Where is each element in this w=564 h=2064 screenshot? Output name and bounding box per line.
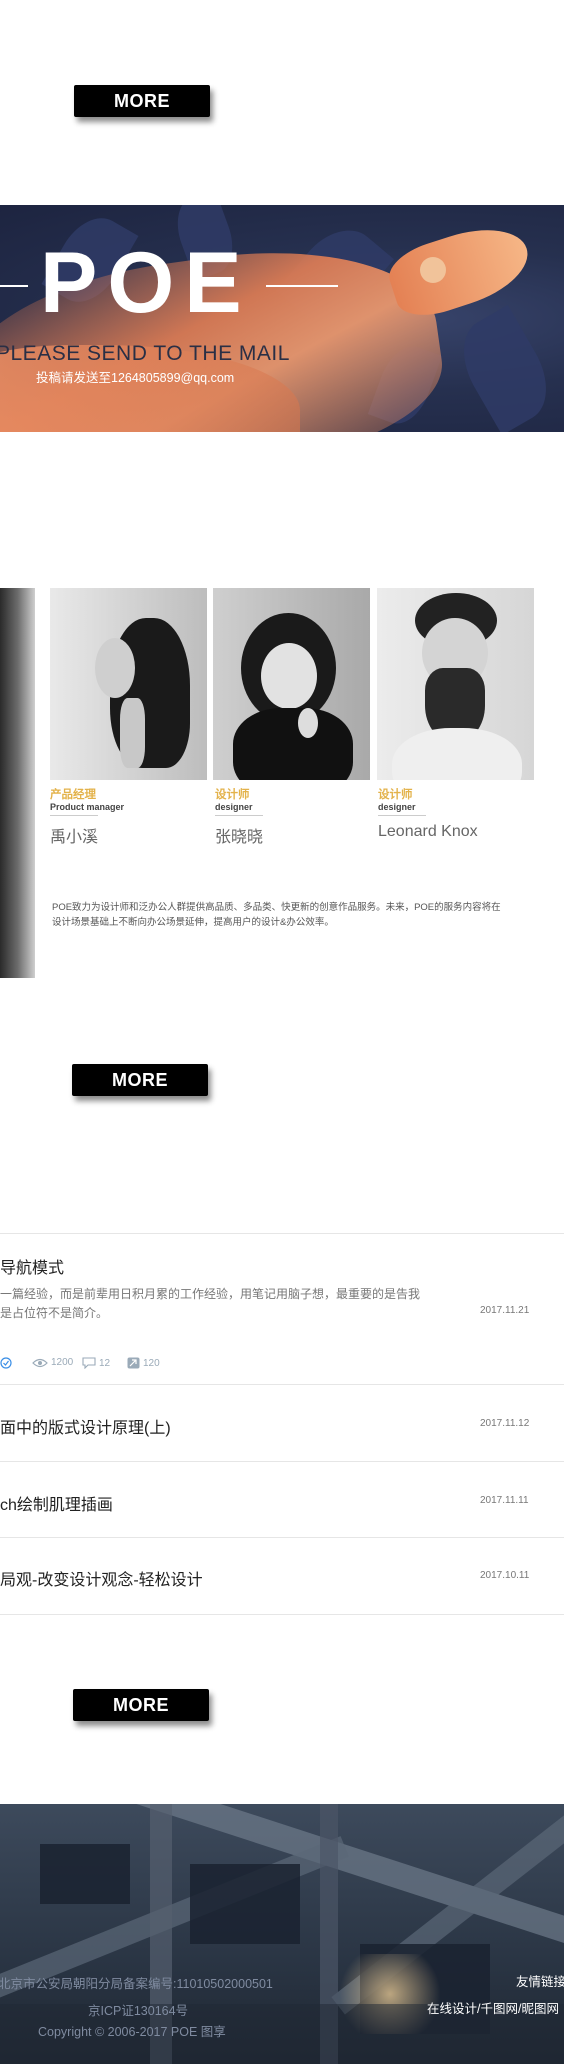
article-title[interactable]: 局观-改变设计观念-轻松设计	[0, 1566, 203, 1590]
member-role-en: Product manager	[50, 802, 125, 812]
divider	[0, 1384, 564, 1385]
member-divider	[215, 815, 263, 816]
member-name: 禹小溪	[50, 829, 99, 846]
views-stat: 1200	[32, 1357, 73, 1368]
title-rule-left	[0, 285, 28, 287]
team-photo-3	[377, 588, 534, 780]
footer-links[interactable]: 在线设计/千图网/昵图网	[427, 1998, 559, 2017]
title-rule-right	[266, 285, 338, 287]
banner-illustration-figure	[382, 215, 538, 325]
article-excerpt: 一篇经验，而是前辈用日积月累的工作经验，用笔记用脑子想，最重要的是告我是占位符不…	[0, 1287, 421, 1320]
share-icon	[127, 1357, 140, 1369]
article-date: 2017.11.11	[480, 1495, 529, 1506]
member-divider	[378, 815, 426, 816]
article-date: 2017.11.12	[480, 1418, 530, 1429]
comments-count: 12	[99, 1357, 111, 1369]
member-role-cn: 产品经理	[50, 789, 96, 801]
banner-illustration-head	[420, 257, 446, 283]
team-description: POE致力为设计师和泛办公人群提供高品质、多品类、快更新的创意作品服务。未来，P…	[52, 902, 501, 928]
like-stat[interactable]	[0, 1357, 12, 1369]
divider	[0, 1537, 564, 1538]
shares-count: 120	[143, 1357, 160, 1369]
banner-title: POE	[40, 235, 252, 331]
shares-stat[interactable]: 120	[127, 1357, 160, 1369]
more-button-team[interactable]: MORE	[72, 1064, 208, 1096]
comments-stat[interactable]: 12	[82, 1357, 110, 1369]
member-name: 张晓晓	[215, 829, 264, 846]
member-name: Leonard Knox	[378, 823, 478, 840]
more-button-articles[interactable]: MORE	[73, 1689, 209, 1721]
member-role-en: designer	[378, 802, 416, 812]
member-role-cn: 设计师	[215, 789, 250, 801]
divider	[0, 1461, 564, 1462]
article-title[interactable]: 面中的版式设计原理(上)	[0, 1414, 171, 1438]
check-icon	[0, 1357, 12, 1369]
team-photo-1	[50, 588, 207, 780]
banner-leaf	[447, 304, 563, 432]
article-date: 2017.11.21	[480, 1305, 530, 1316]
article-date: 2017.10.11	[480, 1570, 530, 1581]
member-role-cn: 设计师	[378, 789, 413, 801]
comment-icon	[82, 1357, 96, 1369]
team-photo-2	[213, 588, 370, 780]
divider	[0, 1233, 564, 1234]
member-divider	[50, 815, 98, 816]
article-title[interactable]: ch绘制肌理插画	[0, 1491, 113, 1515]
eye-icon	[32, 1358, 48, 1367]
views-count: 1200	[51, 1357, 74, 1368]
banner-mail-en: PLEASE SEND TO THE MAIL	[0, 342, 290, 365]
footer-copyright: Copyright © 2006-2017 POE 图享	[38, 2025, 226, 2039]
footer-icp: 京ICP证130164号	[88, 2004, 189, 2018]
team-photo-partial	[0, 588, 35, 978]
footer-police-record: 北京市公安局朝阳分局备案编号:110105020005​01	[0, 1977, 273, 1991]
more-button-top[interactable]: MORE	[74, 85, 210, 117]
footer-links-title: 友情链接	[516, 1975, 564, 1989]
member-role-en: designer	[215, 802, 253, 812]
divider	[0, 1614, 564, 1615]
banner-mail-cn: 投稿请发送至1264805899@qq.com	[36, 371, 235, 385]
article-title-featured[interactable]: 导航模式	[0, 1254, 64, 1278]
